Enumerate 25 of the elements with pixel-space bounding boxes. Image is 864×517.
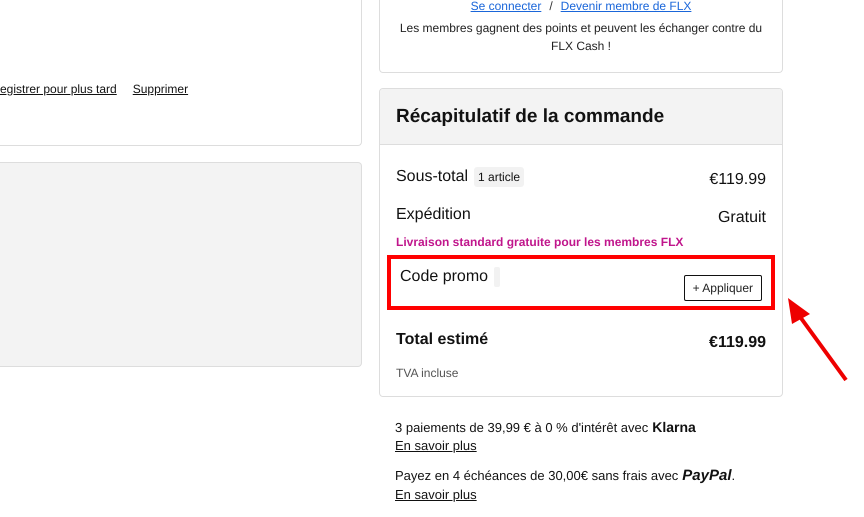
total-value: €119.99 xyxy=(709,334,766,352)
installment-text: 3 paiements de 39,99 € à 0 % d'intérêt avec xyxy=(395,420,648,435)
cart-action-link[interactable]: Supprimer xyxy=(132,82,188,96)
vat-note: TVA incluse xyxy=(396,366,460,380)
membership-text: Les membres gagnent des points et peuvent les échanger contre du FLX Cash ! xyxy=(398,20,764,55)
link-separator: / xyxy=(549,0,553,13)
shipping-note: Livraison standard gratuite pour les membres FLX xyxy=(396,235,684,249)
klarna-logo: Klarna xyxy=(652,419,696,435)
total-label: Total estimé xyxy=(396,331,488,349)
summary-title: Récapitulatif de la commande xyxy=(396,106,664,128)
subtotal-label: Sous-total xyxy=(396,168,468,186)
item-count-badge: 1 article xyxy=(474,167,524,187)
join-link[interactable]: Devenir membre de FLX xyxy=(560,0,692,13)
learn-more-link[interactable]: En savoir plus xyxy=(395,487,477,502)
sign-in-link[interactable]: Se connecter xyxy=(470,0,542,13)
cart-action-link[interactable]: egistrer pour plus tard xyxy=(0,82,117,96)
shipping-value: Gratuit xyxy=(718,209,766,227)
promo-code-label: Code promo xyxy=(400,268,488,286)
period-text: . xyxy=(732,468,736,483)
subtotal-value: €119.99 xyxy=(709,171,766,189)
shipping-label: Expédition xyxy=(396,206,471,224)
learn-more-link[interactable]: En savoir plus xyxy=(395,438,477,453)
installment-text: Payez en 4 échéances de 30,00€ sans frais avec xyxy=(395,468,678,483)
paypal-logo: PayPal xyxy=(682,467,732,484)
apply-button[interactable]: + Appliquer xyxy=(684,275,762,301)
